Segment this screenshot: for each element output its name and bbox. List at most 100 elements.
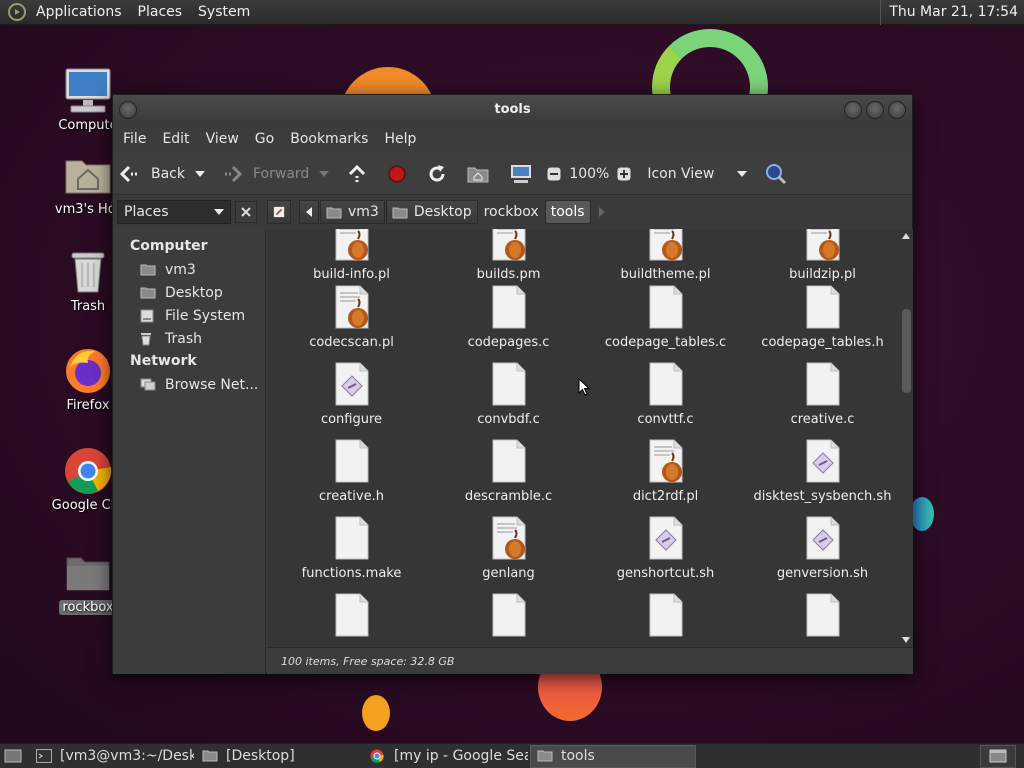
chevron-down-icon xyxy=(214,209,224,215)
reload-icon xyxy=(429,164,445,181)
sidebar-item-desktop[interactable]: Desktop xyxy=(113,281,265,304)
window-menu-button[interactable] xyxy=(119,101,137,119)
taskbar-label: [vm3@vm3:~/Deskt... xyxy=(60,748,194,764)
close-side-pane-button[interactable] xyxy=(235,201,257,223)
view-mode-select[interactable]: Icon View xyxy=(641,159,753,189)
file-item[interactable]: genshortcut.sh xyxy=(587,516,744,581)
file-item[interactable]: genlang xyxy=(430,516,587,581)
stop-button[interactable] xyxy=(381,159,413,189)
side-pane-select[interactable]: Places xyxy=(117,200,231,224)
workspace-switcher[interactable] xyxy=(980,744,1016,768)
file-name: buildzip.pl xyxy=(789,267,856,282)
file-icon-view[interactable]: build-info.pl builds.pm buildtheme.pl build… xyxy=(267,229,913,647)
file-item[interactable]: creative.c xyxy=(744,362,901,427)
dropdown-arrow-icon xyxy=(195,170,205,177)
chrome-icon xyxy=(63,446,113,496)
taskbar-label: [Desktop] xyxy=(226,748,295,764)
breadcrumb-rockbox[interactable]: rockbox xyxy=(479,200,544,224)
window-titlebar[interactable]: tools xyxy=(113,95,912,125)
file-item[interactable]: builds.pm xyxy=(430,229,587,282)
scrollbar-thumb[interactable] xyxy=(902,309,911,393)
file-item[interactable]: functions.make xyxy=(273,516,430,581)
file-item[interactable]: descramble.c xyxy=(430,439,587,504)
sidebar-item-vm3[interactable]: vm3 xyxy=(113,258,265,281)
taskbar-button[interactable]: tools xyxy=(530,744,696,768)
places-menu[interactable]: Places xyxy=(130,0,191,25)
perl-script-icon xyxy=(805,229,841,261)
file-item[interactable]: buildzip.pl xyxy=(744,229,901,282)
file-item[interactable]: dict2rdf.pl xyxy=(587,439,744,504)
menu-help[interactable]: Help xyxy=(376,131,424,147)
vertical-scrollbar[interactable] xyxy=(899,229,913,647)
computer-button[interactable] xyxy=(503,159,539,189)
zoom-level[interactable]: 100% xyxy=(565,159,613,189)
taskbar-button[interactable]: [vm3@vm3:~/Deskt... xyxy=(30,745,194,768)
reload-button[interactable] xyxy=(421,159,453,189)
breadcrumb-right-arrow[interactable] xyxy=(592,200,612,224)
zoom-in-button[interactable] xyxy=(613,159,635,189)
file-item[interactable]: convbdf.c xyxy=(430,362,587,427)
sidebar-item-browse-network[interactable]: Browse Net... xyxy=(113,373,265,396)
file-name: genlang xyxy=(482,566,535,581)
menu-go[interactable]: Go xyxy=(247,131,282,147)
text-file-icon xyxy=(805,362,841,406)
file-item[interactable]: convttf.c xyxy=(587,362,744,427)
wallpaper-small-orange xyxy=(362,695,390,731)
file-name: buildtheme.pl xyxy=(620,267,711,282)
stop-icon xyxy=(387,164,407,183)
menu-file[interactable]: File xyxy=(115,131,154,147)
breadcrumb-tools[interactable]: tools xyxy=(544,200,591,224)
file-item[interactable]: buildtheme.pl xyxy=(587,229,744,282)
breadcrumb-vm3[interactable]: vm3 xyxy=(320,200,385,224)
file-item[interactable] xyxy=(273,593,430,643)
file-item[interactable]: creative.h xyxy=(273,439,430,504)
show-desktop-button[interactable] xyxy=(0,745,28,768)
file-item[interactable]: disktest_sysbench.sh xyxy=(744,439,901,504)
file-item[interactable]: codepages.c xyxy=(430,285,587,350)
file-name: dict2rdf.pl xyxy=(632,489,699,504)
toggle-location-entry-button[interactable] xyxy=(267,200,291,224)
file-item[interactable] xyxy=(744,593,901,643)
home-button[interactable] xyxy=(461,159,495,189)
perl-script-icon xyxy=(491,229,527,261)
sidebar-item-label: File System xyxy=(165,307,246,324)
breadcrumb-desktop[interactable]: Desktop xyxy=(385,200,478,224)
menu-bookmarks[interactable]: Bookmarks xyxy=(282,131,376,147)
back-button[interactable]: Back xyxy=(113,159,191,189)
taskbar-button[interactable]: [my ip - Google Sea... xyxy=(364,745,528,768)
menu-view[interactable]: View xyxy=(198,131,247,147)
sidebar-item-file-system[interactable]: File System xyxy=(113,304,265,327)
file-item[interactable]: build-info.pl xyxy=(273,229,430,282)
close-button[interactable] xyxy=(888,101,906,119)
minimize-button[interactable] xyxy=(844,101,862,119)
clock[interactable]: Thu Mar 21, 17:54 xyxy=(880,0,1024,25)
places-sidebar: Computer vm3 Desktop File System Trash N… xyxy=(113,229,266,674)
forward-button[interactable]: Forward xyxy=(215,159,315,189)
taskbar-button[interactable]: [Desktop] xyxy=(196,745,362,768)
text-file-icon xyxy=(491,285,527,329)
computer-icon xyxy=(63,66,113,116)
menu-edit[interactable]: Edit xyxy=(154,131,197,147)
search-button[interactable] xyxy=(759,159,793,189)
sidebar-item-trash[interactable]: Trash xyxy=(113,327,265,350)
perl-script-icon xyxy=(648,229,684,261)
file-item[interactable] xyxy=(587,593,744,643)
file-name: creative.c xyxy=(790,412,855,427)
file-item[interactable]: codepage_tables.c xyxy=(587,285,744,350)
back-history-dropdown[interactable] xyxy=(191,159,209,189)
applications-icon[interactable] xyxy=(8,3,26,21)
file-item[interactable] xyxy=(430,593,587,643)
file-item[interactable]: genversion.sh xyxy=(744,516,901,581)
maximize-button[interactable] xyxy=(866,101,884,119)
breadcrumb-left-arrow[interactable] xyxy=(299,200,319,224)
up-button[interactable] xyxy=(341,159,373,189)
file-item[interactable]: codepage_tables.h xyxy=(744,285,901,350)
file-name: convttf.c xyxy=(637,412,694,427)
forward-history-dropdown[interactable] xyxy=(315,159,333,189)
file-item[interactable]: codecscan.pl xyxy=(273,285,430,350)
zoom-out-button[interactable] xyxy=(543,159,565,189)
applications-menu[interactable]: Applications xyxy=(28,0,130,25)
top-panel: Applications Places System Thu Mar 21, 1… xyxy=(0,0,1024,25)
system-menu[interactable]: System xyxy=(190,0,258,25)
file-item[interactable]: configure xyxy=(273,362,430,427)
